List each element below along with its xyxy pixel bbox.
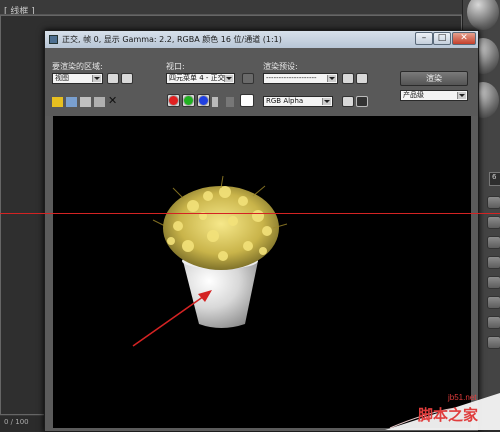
white-swatch-icon[interactable] <box>240 94 254 107</box>
clone-icon[interactable] <box>80 97 91 107</box>
preset-dropdown[interactable]: -------------------- <box>263 73 338 84</box>
copy-icon[interactable] <box>66 97 77 107</box>
window-title: 正交, 帧 0, 显示 Gamma: 2.2, RGBA 颜色 16 位/通道 … <box>62 35 282 44</box>
blue-channel-icon <box>198 95 209 106</box>
viewport-label: 视口: <box>166 62 185 71</box>
close-button[interactable]: ✕ <box>452 32 476 45</box>
app-icon <box>49 35 58 44</box>
frame-counter: 0 / 100 <box>4 418 29 426</box>
side-tool-button[interactable] <box>487 236 500 249</box>
side-tool-button[interactable] <box>487 336 500 349</box>
chevron-down-icon <box>327 75 336 82</box>
teapot-icon[interactable] <box>356 73 368 84</box>
side-tool-button[interactable] <box>487 256 500 269</box>
chevron-down-icon <box>92 75 101 82</box>
render-canvas[interactable] <box>53 116 471 428</box>
chevron-down-icon <box>224 75 233 82</box>
area-label: 要渲染的区域: <box>52 62 103 71</box>
material-sphere[interactable] <box>467 0 499 30</box>
viewport-dropdown[interactable]: 四元菜单 4 - 正交 <box>166 73 235 84</box>
side-tool-button[interactable] <box>487 276 500 289</box>
viewport-value: 四元菜单 4 - 正交 <box>169 74 225 82</box>
chevron-down-icon <box>322 98 331 105</box>
save-icon[interactable] <box>52 97 63 107</box>
clear-icon[interactable]: ✕ <box>108 95 119 106</box>
area-value: 视图 <box>55 74 69 82</box>
rendered-frame-window: 正交, 帧 0, 显示 Gamma: 2.2, RGBA 颜色 16 位/通道 … <box>44 30 479 432</box>
guide-line <box>0 213 500 214</box>
title-bar[interactable]: 正交, 帧 0, 显示 Gamma: 2.2, RGBA 颜色 16 位/通道 … <box>45 31 478 48</box>
render-button[interactable]: 渲染 <box>400 71 468 86</box>
render-setup-icon[interactable] <box>342 73 354 84</box>
red-channel-icon <box>168 95 179 106</box>
area-dropdown[interactable]: 视图 <box>52 73 103 84</box>
side-tool-button[interactable] <box>487 216 500 229</box>
green-channel-icon <box>183 95 194 106</box>
spinner-field[interactable]: 6 <box>489 172 500 186</box>
side-tool-button[interactable] <box>487 296 500 309</box>
side-tool-button[interactable] <box>487 316 500 329</box>
lock-icon[interactable] <box>242 73 254 84</box>
channel-dropdown[interactable]: RGB Alpha <box>263 96 333 107</box>
quality-value: 产品级 <box>403 91 424 99</box>
minimize-button[interactable]: – <box>415 32 433 45</box>
watermark-url: jb51.net <box>448 393 477 402</box>
channel-value: RGB Alpha <box>266 97 304 105</box>
preset-value: -------------------- <box>266 74 317 82</box>
display-channel-icon[interactable] <box>342 96 354 107</box>
quality-dropdown[interactable]: 产品级 <box>400 90 468 101</box>
side-tool-button[interactable] <box>487 196 500 209</box>
rendered-plant-image <box>132 175 288 347</box>
alpha-icon[interactable] <box>212 97 218 107</box>
maximize-button[interactable]: □ <box>433 32 451 45</box>
watermark-name: 脚本之家 <box>418 407 479 424</box>
chevron-down-icon <box>457 92 466 99</box>
toggle-ui-icon[interactable] <box>356 96 368 107</box>
edit-region-icon[interactable] <box>107 73 119 84</box>
auto-region-icon[interactable] <box>121 73 133 84</box>
preset-label: 渲染预设: <box>263 62 298 71</box>
print-icon[interactable] <box>94 97 105 107</box>
mono-icon[interactable] <box>226 97 234 107</box>
